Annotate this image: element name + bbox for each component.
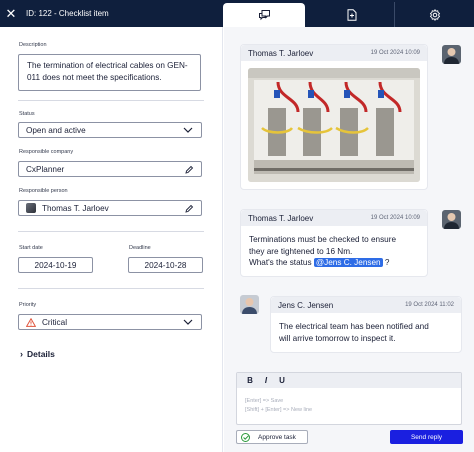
deadline-value: 2024-10-28 (144, 260, 187, 270)
deadline-field[interactable]: 2024-10-28 (128, 257, 203, 273)
pencil-icon[interactable] (185, 204, 194, 213)
divider (18, 288, 204, 289)
priority-value: Critical (42, 317, 68, 327)
message-line: What's the status @Jens C. Jensen ? (249, 257, 396, 269)
italic-button[interactable]: I (258, 376, 274, 385)
description-label: Description (19, 42, 47, 48)
message-line: Terminations must be checked to ensure (249, 235, 396, 244)
message-time: 19 Oct 2024 11:02 (405, 302, 454, 308)
avatar (26, 203, 36, 213)
bold-button[interactable]: B (242, 376, 258, 385)
underline-button[interactable]: U (274, 376, 290, 385)
message-time: 19 Oct 2024 10:09 (370, 50, 420, 56)
details-label: Details (27, 349, 55, 359)
status-select[interactable]: Open and active (18, 122, 202, 138)
responsible-person-value: Thomas T. Jarloev (42, 203, 109, 213)
pencil-icon[interactable] (185, 165, 194, 174)
approve-task-button[interactable]: Approve task (236, 430, 308, 444)
start-date-label: Start date (19, 245, 43, 251)
details-toggle[interactable]: › Details (20, 349, 55, 359)
reply-editor[interactable]: B I U [Enter] => Save [Shift] + [Enter] … (236, 372, 462, 425)
message-line-text: ? (384, 258, 390, 267)
header-bar: ✕ ID: 122 - Checklist item (0, 0, 474, 27)
status-value: Open and active (26, 125, 86, 135)
chat-message: Jens C. Jensen 19 Oct 2024 11:02 The ele… (270, 296, 462, 353)
deadline-label: Deadline (129, 245, 151, 251)
divider (18, 100, 204, 101)
warning-icon (26, 317, 36, 327)
tab-settings[interactable] (394, 2, 474, 27)
message-text: Terminations must be checked to ensure t… (249, 234, 396, 269)
responsible-company-value: CxPlanner (26, 164, 65, 174)
responsible-person-field[interactable]: Thomas T. Jarloev (18, 200, 202, 216)
chat-icon (258, 10, 270, 21)
message-time: 19 Oct 2024 10:09 (370, 215, 420, 221)
attached-photo[interactable] (248, 68, 420, 182)
avatar-thomas (442, 45, 461, 64)
page-title: ID: 122 - Checklist item (26, 9, 109, 18)
status-label: Status (19, 111, 35, 117)
editor-toolbar: B I U (237, 373, 461, 388)
close-icon[interactable]: ✕ (0, 0, 22, 27)
tab-chat[interactable] (223, 3, 305, 27)
message-header: Thomas T. Jarloev 19 Oct 2024 10:09 (241, 45, 427, 61)
check-circle-icon (241, 432, 250, 442)
editor-hint-save: [Enter] => Save (245, 398, 284, 404)
send-reply-button[interactable]: Send reply (390, 430, 463, 444)
approve-task-label: Approve task (258, 433, 296, 441)
message-line: The electrical team has been notified an… (279, 322, 429, 331)
message-line: they are tightened to 16 Nm. (249, 246, 353, 256)
chevron-down-icon (183, 127, 193, 133)
divider (18, 231, 204, 232)
start-date-value: 2024-10-19 (34, 260, 77, 270)
chevron-down-icon (183, 319, 193, 325)
electrical-cabinet-image (248, 68, 420, 182)
responsible-company-field[interactable]: CxPlanner (18, 161, 202, 177)
message-header: Jens C. Jensen 19 Oct 2024 11:02 (271, 297, 461, 313)
message-line-text: What's the status (249, 258, 312, 267)
send-reply-label: Send reply (410, 433, 443, 441)
message-author: Jens C. Jensen (278, 300, 334, 310)
message-author: Thomas T. Jarloev (248, 48, 314, 58)
message-header: Thomas T. Jarloev 19 Oct 2024 10:09 (241, 210, 427, 226)
message-author: Thomas T. Jarloev (248, 213, 314, 223)
avatar-thomas (442, 210, 461, 229)
message-line: will arrive tomorrow to inspect it. (279, 333, 396, 343)
message-text: The electrical team has been notified an… (279, 321, 429, 344)
user-mention[interactable]: @Jens C. Jensen (313, 258, 383, 267)
priority-select[interactable]: Critical (18, 314, 202, 330)
responsible-company-label: Responsible company (19, 149, 74, 155)
editor-hint-newline: [Shift] + [Enter] => New line (245, 407, 313, 413)
avatar-jens (240, 295, 259, 314)
gear-icon (429, 8, 440, 21)
item-form-panel: Description The termination of electrica… (0, 27, 223, 452)
start-date-field[interactable]: 2024-10-19 (18, 257, 93, 273)
document-add-icon (347, 8, 356, 21)
tab-documents[interactable] (310, 2, 393, 27)
header-left: ✕ ID: 122 - Checklist item (0, 0, 223, 27)
priority-label: Priority (19, 302, 37, 308)
chevron-right-icon: › (20, 349, 23, 359)
description-field[interactable]: The termination of electrical cables on … (18, 54, 201, 91)
chat-message: Thomas T. Jarloev 19 Oct 2024 10:09 Term… (240, 209, 428, 277)
responsible-person-label: Responsible person (19, 188, 68, 194)
